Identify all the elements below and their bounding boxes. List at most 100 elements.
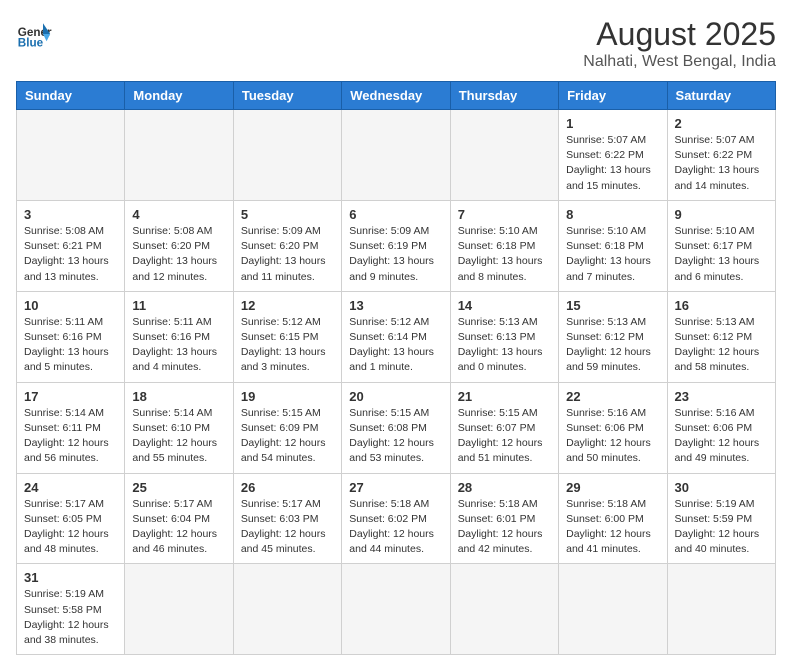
calendar-day-cell: 4 Sunrise: 5:08 AMSunset: 6:20 PMDaylight… [125,200,233,291]
day-info: Sunrise: 5:11 AMSunset: 6:16 PMDaylight:… [24,315,117,376]
day-info: Sunrise: 5:16 AMSunset: 6:06 PMDaylight:… [566,406,659,467]
calendar-day-cell: 1 Sunrise: 5:07 AMSunset: 6:22 PMDaylight… [559,110,667,201]
calendar-day-cell: 17Sunrise: 5:14 AMSunset: 6:11 PMDayligh… [17,382,125,473]
day-info: Sunrise: 5:09 AMSunset: 6:19 PMDaylight:… [349,224,442,285]
day-number: 24 [24,480,117,495]
day-number: 12 [241,298,334,313]
day-info: Sunrise: 5:17 AMSunset: 6:03 PMDaylight:… [241,497,334,558]
svg-text:Blue: Blue [18,37,44,50]
day-number: 19 [241,389,334,404]
calendar-day-cell [342,110,450,201]
calendar-day-cell: 7Sunrise: 5:10 AMSunset: 6:18 PMDaylight… [450,200,558,291]
calendar-day-cell: 12Sunrise: 5:12 AMSunset: 6:15 PMDayligh… [233,291,341,382]
day-number: 18 [132,389,225,404]
day-info: Sunrise: 5:18 AMSunset: 6:01 PMDaylight:… [458,497,551,558]
calendar-day-cell: 3 Sunrise: 5:08 AMSunset: 6:21 PMDaylight… [17,200,125,291]
calendar-day-cell: 14Sunrise: 5:13 AMSunset: 6:13 PMDayligh… [450,291,558,382]
day-info: Sunrise: 5:16 AMSunset: 6:06 PMDaylight:… [675,406,768,467]
weekday-header-row: SundayMondayTuesdayWednesdayThursdayFrid… [17,82,776,110]
day-number: 29 [566,480,659,495]
day-number: 28 [458,480,551,495]
day-number: 11 [132,298,225,313]
day-number: 4 [132,207,225,222]
day-info: Sunrise: 5:15 AMSunset: 6:08 PMDaylight:… [349,406,442,467]
weekday-header-saturday: Saturday [667,82,775,110]
day-info: Sunrise: 5:19 AMSunset: 5:58 PMDaylight:… [24,587,117,648]
calendar-week-row: 17Sunrise: 5:14 AMSunset: 6:11 PMDayligh… [17,382,776,473]
calendar-day-cell: 27Sunrise: 5:18 AMSunset: 6:02 PMDayligh… [342,473,450,564]
weekday-header-wednesday: Wednesday [342,82,450,110]
day-number: 5 [241,207,334,222]
calendar-day-cell: 29 Sunrise: 5:18 AMSunset: 6:00 PMDayligh… [559,473,667,564]
day-number: 6 [349,207,442,222]
weekday-header-sunday: Sunday [17,82,125,110]
calendar-day-cell: 16 Sunrise: 5:13 AMSunset: 6:12 PMDayligh… [667,291,775,382]
calendar-day-cell [125,110,233,201]
day-info: Sunrise: 5:07 AMSunset: 6:22 PMDaylight:… [675,133,768,194]
day-info: Sunrise: 5:13 AMSunset: 6:12 PMDaylight:… [675,315,768,376]
day-number: 13 [349,298,442,313]
day-info: Sunrise: 5:07 AMSunset: 6:22 PMDaylight:… [566,133,659,194]
calendar-day-cell [233,564,341,655]
page-header: General Blue August 2025 Nalhati, West B… [16,16,776,71]
day-info: Sunrise: 5:08 AMSunset: 6:21 PMDaylight:… [24,224,117,285]
calendar-day-cell [125,564,233,655]
day-info: Sunrise: 5:10 AMSunset: 6:18 PMDaylight:… [566,224,659,285]
day-number: 7 [458,207,551,222]
calendar-day-cell: 20 Sunrise: 5:15 AMSunset: 6:08 PMDayligh… [342,382,450,473]
day-info: Sunrise: 5:19 AMSunset: 5:59 PMDaylight:… [675,497,768,558]
day-number: 22 [566,389,659,404]
day-number: 30 [675,480,768,495]
day-number: 27 [349,480,442,495]
calendar-day-cell: 2 Sunrise: 5:07 AMSunset: 6:22 PMDaylight… [667,110,775,201]
day-number: 25 [132,480,225,495]
day-number: 9 [675,207,768,222]
day-number: 16 [675,298,768,313]
day-info: Sunrise: 5:14 AMSunset: 6:10 PMDaylight:… [132,406,225,467]
calendar-day-cell [233,110,341,201]
day-info: Sunrise: 5:13 AMSunset: 6:12 PMDaylight:… [566,315,659,376]
calendar-day-cell: 11 Sunrise: 5:11 AMSunset: 6:16 PMDayligh… [125,291,233,382]
calendar-week-row: 31 Sunrise: 5:19 AMSunset: 5:58 PMDayligh… [17,564,776,655]
calendar-week-row: 24 Sunrise: 5:17 AMSunset: 6:05 PMDayligh… [17,473,776,564]
calendar-week-row: 3 Sunrise: 5:08 AMSunset: 6:21 PMDaylight… [17,200,776,291]
day-number: 21 [458,389,551,404]
calendar-day-cell: 19 Sunrise: 5:15 AMSunset: 6:09 PMDayligh… [233,382,341,473]
day-number: 26 [241,480,334,495]
day-number: 3 [24,207,117,222]
day-info: Sunrise: 5:11 AMSunset: 6:16 PMDaylight:… [132,315,225,376]
calendar-day-cell: 28 Sunrise: 5:18 AMSunset: 6:01 PMDayligh… [450,473,558,564]
calendar-day-cell [559,564,667,655]
day-number: 20 [349,389,442,404]
calendar-day-cell: 26 Sunrise: 5:17 AMSunset: 6:03 PMDayligh… [233,473,341,564]
calendar-day-cell: 30 Sunrise: 5:19 AMSunset: 5:59 PMDayligh… [667,473,775,564]
calendar-day-cell: 25 Sunrise: 5:17 AMSunset: 6:04 PMDayligh… [125,473,233,564]
calendar-day-cell: 23Sunrise: 5:16 AMSunset: 6:06 PMDayligh… [667,382,775,473]
calendar-day-cell [667,564,775,655]
calendar-day-cell: 22 Sunrise: 5:16 AMSunset: 6:06 PMDayligh… [559,382,667,473]
day-info: Sunrise: 5:10 AMSunset: 6:17 PMDaylight:… [675,224,768,285]
logo: General Blue [16,16,52,52]
day-number: 1 [566,116,659,131]
day-info: Sunrise: 5:08 AMSunset: 6:20 PMDaylight:… [132,224,225,285]
calendar-day-cell: 24 Sunrise: 5:17 AMSunset: 6:05 PMDayligh… [17,473,125,564]
calendar-day-cell [17,110,125,201]
calendar-week-row: 1 Sunrise: 5:07 AMSunset: 6:22 PMDaylight… [17,110,776,201]
day-number: 15 [566,298,659,313]
calendar-day-cell: 6 Sunrise: 5:09 AMSunset: 6:19 PMDaylight… [342,200,450,291]
subtitle: Nalhati, West Bengal, India [583,53,776,71]
calendar-day-cell: 10Sunrise: 5:11 AMSunset: 6:16 PMDayligh… [17,291,125,382]
day-number: 2 [675,116,768,131]
weekday-header-tuesday: Tuesday [233,82,341,110]
day-info: Sunrise: 5:17 AMSunset: 6:05 PMDaylight:… [24,497,117,558]
calendar-day-cell: 15 Sunrise: 5:13 AMSunset: 6:12 PMDayligh… [559,291,667,382]
day-info: Sunrise: 5:15 AMSunset: 6:09 PMDaylight:… [241,406,334,467]
day-info: Sunrise: 5:18 AMSunset: 6:00 PMDaylight:… [566,497,659,558]
title-area: August 2025 Nalhati, West Bengal, India [583,16,776,71]
calendar-day-cell [450,110,558,201]
calendar-day-cell: 21Sunrise: 5:15 AMSunset: 6:07 PMDayligh… [450,382,558,473]
day-info: Sunrise: 5:17 AMSunset: 6:04 PMDaylight:… [132,497,225,558]
day-info: Sunrise: 5:14 AMSunset: 6:11 PMDaylight:… [24,406,117,467]
day-number: 31 [24,570,117,585]
weekday-header-thursday: Thursday [450,82,558,110]
